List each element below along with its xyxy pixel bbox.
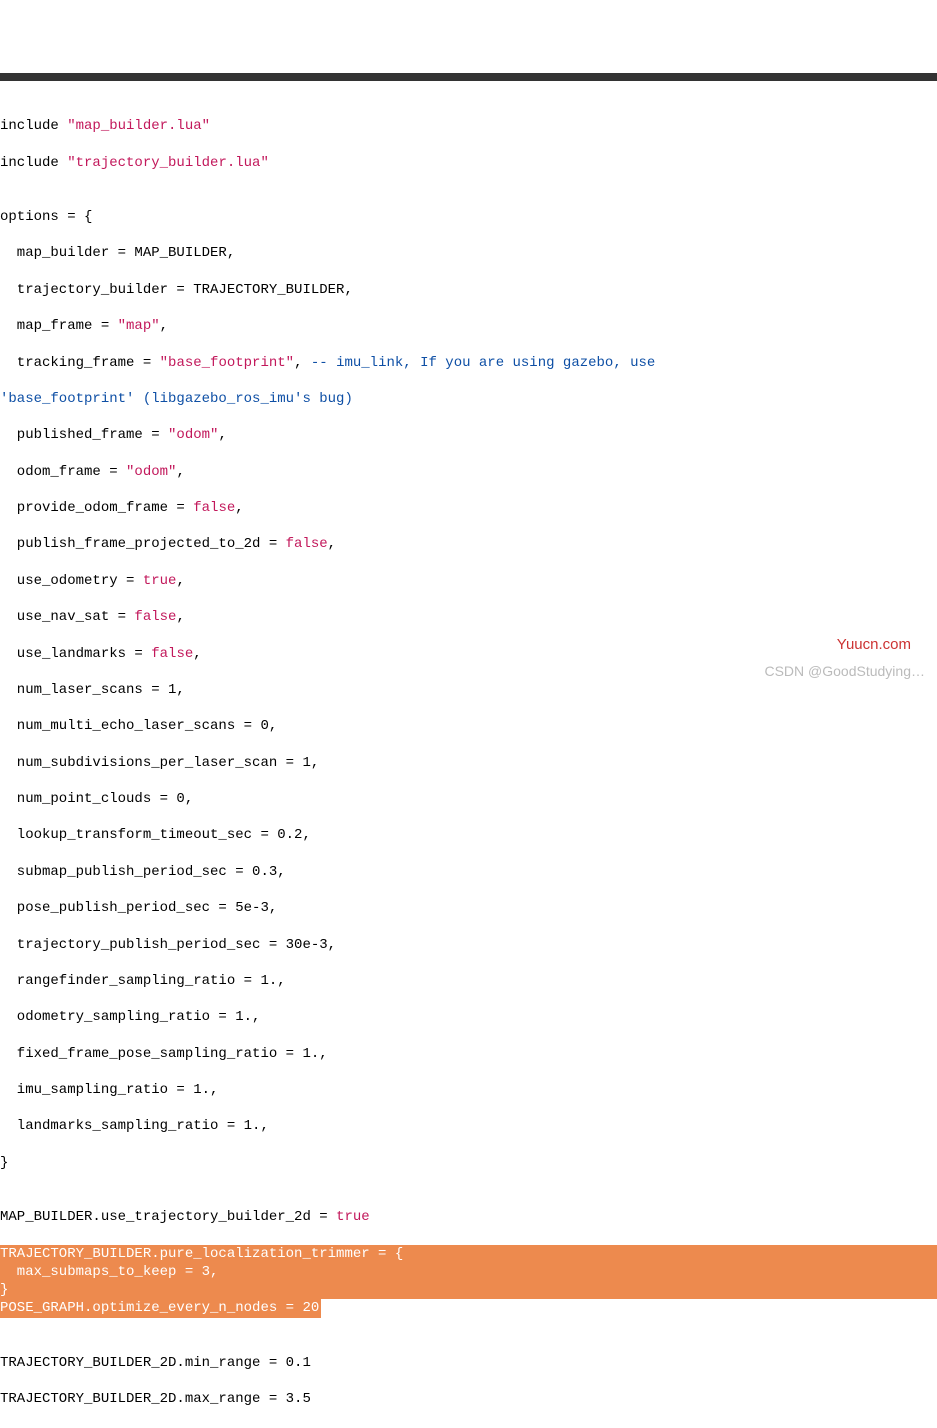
code-string: "map" — [118, 318, 160, 334]
code-line: num_multi_echo_laser_scans = 0, — [0, 717, 937, 735]
code-line: trajectory_builder = TRAJECTORY_BUILDER, — [0, 281, 937, 299]
code-line: odom_frame = "odom", — [0, 463, 937, 481]
code-line: TRAJECTORY_BUILDER_2D.max_range = 3.5 — [0, 1390, 937, 1408]
code-line: tracking_frame = "base_footprint", -- im… — [0, 354, 937, 372]
code-line: pose_publish_period_sec = 5e-3, — [0, 899, 937, 917]
code-line: map_builder = MAP_BUILDER, — [0, 244, 937, 262]
editor-topbar — [0, 73, 937, 81]
code-line: 'base_footprint' (libgazebo_ros_imu's bu… — [0, 390, 937, 408]
code-string: "odom" — [168, 427, 218, 443]
code-keyword: false — [151, 646, 193, 662]
code-keyword: false — [193, 500, 235, 516]
highlighted-code-line: TRAJECTORY_BUILDER.pure_localization_tri… — [0, 1245, 937, 1263]
code-line: published_frame = "odom", — [0, 426, 937, 444]
code-line: provide_odom_frame = false, — [0, 499, 937, 517]
highlighted-code-line: } — [0, 1281, 937, 1299]
code-line: trajectory_publish_period_sec = 30e-3, — [0, 936, 937, 954]
code-line: imu_sampling_ratio = 1., — [0, 1081, 937, 1099]
code-line: use_odometry = true, — [0, 572, 937, 590]
code-line: options = { — [0, 208, 937, 226]
code-keyword: true — [143, 573, 177, 589]
code-string: "trajectory_builder.lua" — [67, 155, 269, 171]
code-line: include "trajectory_builder.lua" — [0, 154, 937, 172]
code-keyword: true — [336, 1209, 370, 1225]
code-line: num_laser_scans = 1, — [0, 681, 937, 699]
code-comment: 'base_footprint' (libgazebo_ros_imu's bu… — [0, 391, 353, 407]
code-line: TRAJECTORY_BUILDER_2D.min_range = 0.1 — [0, 1354, 937, 1372]
code-keyword: include — [0, 118, 67, 134]
code-keyword: include — [0, 155, 67, 171]
code-editor-content: include "map_builder.lua" include "traje… — [0, 99, 937, 1427]
code-line: use_nav_sat = false, — [0, 608, 937, 626]
code-line: rangefinder_sampling_ratio = 1., — [0, 972, 937, 990]
code-line: num_point_clouds = 0, — [0, 790, 937, 808]
code-string: "odom" — [126, 464, 176, 480]
code-line: } — [0, 1154, 937, 1172]
code-line: num_subdivisions_per_laser_scan = 1, — [0, 754, 937, 772]
code-line: include "map_builder.lua" — [0, 117, 937, 135]
watermark-csdn: CSDN @GoodStudying… — [764, 662, 925, 680]
code-line: submap_publish_period_sec = 0.3, — [0, 863, 937, 881]
code-line: odometry_sampling_ratio = 1., — [0, 1008, 937, 1026]
code-line: publish_frame_projected_to_2d = false, — [0, 535, 937, 553]
code-line: landmarks_sampling_ratio = 1., — [0, 1117, 937, 1135]
code-keyword: false — [286, 536, 328, 552]
code-keyword: false — [134, 609, 176, 625]
code-line: lookup_transform_timeout_sec = 0.2, — [0, 826, 937, 844]
code-string: "base_footprint" — [160, 355, 294, 371]
code-string: "map_builder.lua" — [67, 118, 210, 134]
code-comment: -- imu_link, If you are using gazebo, us… — [311, 355, 664, 371]
highlighted-code-line: max_submaps_to_keep = 3, — [0, 1263, 937, 1281]
watermark-yuucn: Yuucn.com — [837, 635, 911, 655]
highlighted-code-line: POSE_GRAPH.optimize_every_n_nodes = 20 — [0, 1299, 937, 1317]
code-line: fixed_frame_pose_sampling_ratio = 1., — [0, 1045, 937, 1063]
code-line: MAP_BUILDER.use_trajectory_builder_2d = … — [0, 1208, 937, 1226]
code-line: map_frame = "map", — [0, 317, 937, 335]
code-line: use_landmarks = false, — [0, 645, 937, 663]
